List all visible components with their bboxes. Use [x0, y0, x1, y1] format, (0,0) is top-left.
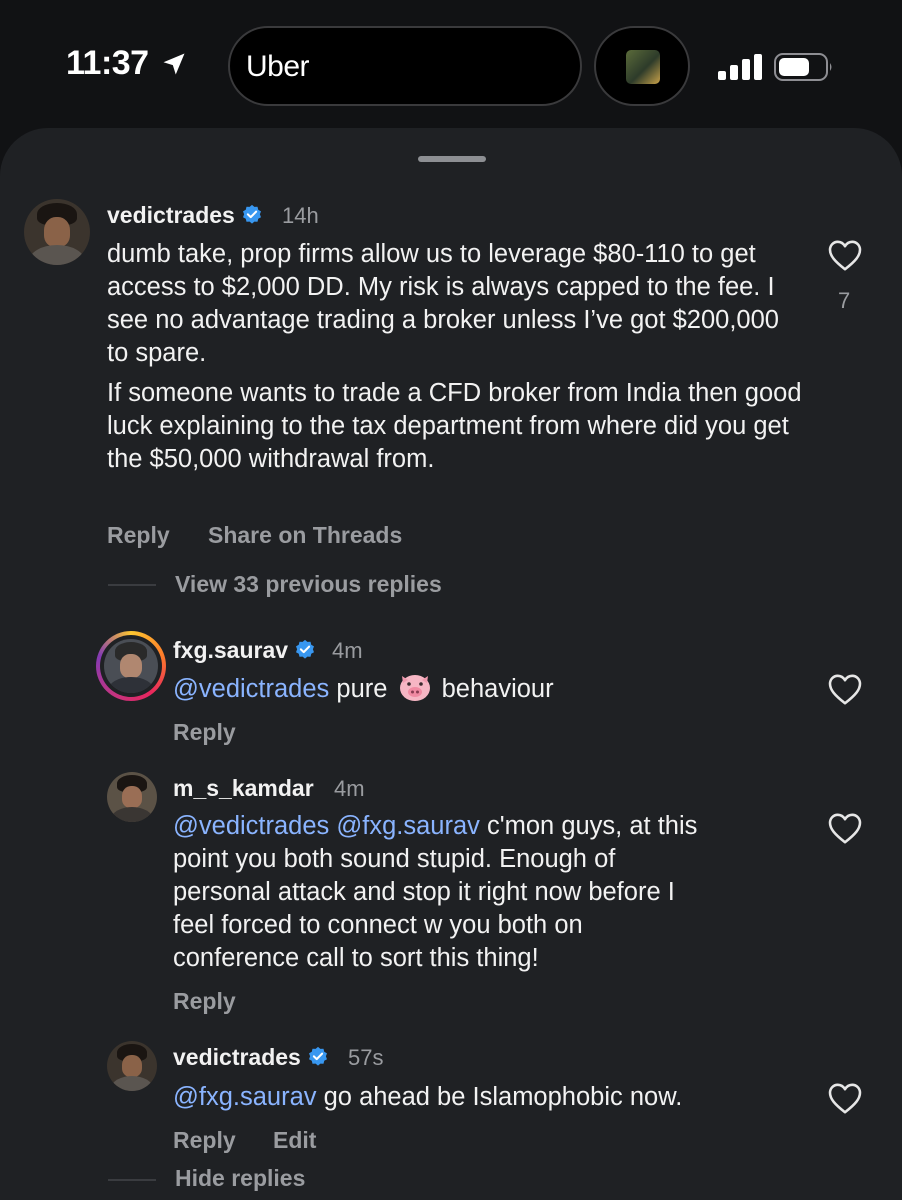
heart-icon[interactable] — [827, 1081, 863, 1115]
edit-button[interactable]: Edit — [273, 1127, 316, 1154]
avatar[interactable] — [107, 1041, 157, 1091]
heart-icon[interactable] — [827, 672, 863, 706]
mention-link[interactable]: @vedictrades — [173, 812, 329, 840]
sheet-drag-handle[interactable] — [418, 156, 486, 162]
view-previous-replies-button[interactable]: View 33 previous replies — [175, 571, 442, 598]
reply-button[interactable]: Reply — [173, 719, 236, 746]
comment-username[interactable]: vedictrades — [107, 202, 263, 229]
thread-divider — [108, 584, 156, 586]
hide-replies-button[interactable]: Hide replies — [175, 1165, 305, 1192]
dynamic-island-activity[interactable]: Uber — [228, 26, 582, 106]
share-on-threads-button[interactable]: Share on Threads — [208, 522, 402, 549]
like-count: 7 — [838, 288, 851, 313]
reply-time: 4m — [332, 638, 363, 663]
heart-icon[interactable] — [827, 238, 863, 272]
reply-button[interactable]: Reply — [173, 988, 236, 1015]
mention-link[interactable]: @fxg.saurav — [336, 812, 480, 840]
live-activity-label: Uber — [246, 50, 310, 83]
signal-icon — [718, 54, 762, 80]
reply-username[interactable]: vedictrades — [173, 1044, 329, 1071]
reply-text: @fxg.saurav go ahead be Islamophobic now… — [173, 1083, 683, 1111]
avatar[interactable] — [107, 772, 157, 822]
battery-icon — [774, 53, 832, 81]
location-arrow-icon — [163, 53, 185, 75]
dynamic-island-media[interactable] — [594, 26, 690, 106]
status-time: 11:37 — [66, 44, 149, 82]
reply-text: @vedictrades @fxg.saurav c'mon guys, at … — [173, 812, 698, 972]
comment-text-paragraph-2: If someone wants to trade a CFD broker f… — [107, 379, 802, 473]
reply-button[interactable]: Reply — [107, 522, 170, 549]
verified-icon — [242, 204, 261, 224]
reply-username[interactable]: m_s_kamdar — [173, 775, 314, 802]
status-bar: 11:37 Uber — [0, 0, 902, 130]
story-ring[interactable] — [96, 631, 166, 701]
comment-time: 14h — [282, 203, 319, 228]
verified-icon — [296, 639, 315, 659]
reply-username[interactable]: fxg.saurav — [173, 637, 316, 664]
reply-time: 57s — [348, 1045, 384, 1070]
comment-text-paragraph-1: dumb take, prop firms allow us to levera… — [107, 240, 779, 367]
reply-time: 4m — [334, 776, 365, 801]
reply-button[interactable]: Reply — [173, 1127, 236, 1154]
mention-link[interactable]: @fxg.saurav — [173, 1083, 317, 1111]
avatar — [104, 639, 158, 693]
mention-link[interactable]: @vedictrades — [173, 675, 329, 703]
thread-divider — [108, 1179, 156, 1181]
media-thumbnail — [626, 50, 660, 84]
pig-emoji — [399, 675, 430, 702]
reply-text: @vedictrades pure behaviour — [173, 673, 813, 706]
heart-icon[interactable] — [827, 811, 863, 845]
verified-icon — [308, 1046, 327, 1066]
avatar[interactable] — [24, 199, 90, 265]
